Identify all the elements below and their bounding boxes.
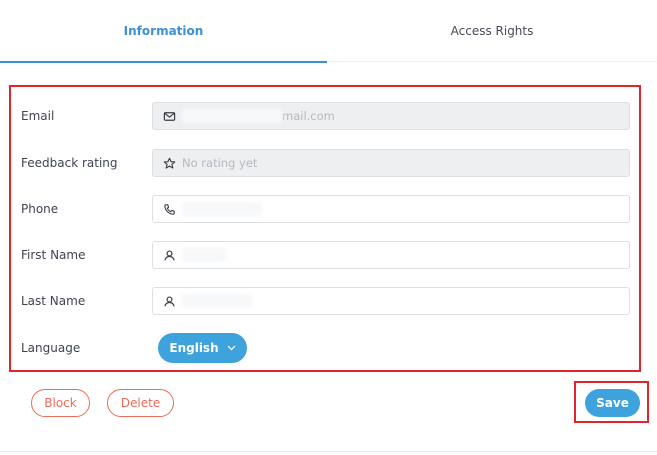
language-select[interactable]: English xyxy=(158,333,247,363)
phone-icon xyxy=(162,202,176,216)
feedback-value: No rating yet xyxy=(182,156,258,170)
user-icon xyxy=(162,294,176,308)
language-value: English xyxy=(169,341,219,355)
first-name-label: First Name xyxy=(21,248,86,262)
block-button[interactable]: Block xyxy=(31,389,90,417)
star-icon xyxy=(162,156,176,170)
feedback-field: No rating yet xyxy=(152,149,630,177)
tab-access-rights[interactable]: Access Rights xyxy=(327,0,657,62)
email-label: Email xyxy=(21,109,55,123)
first-name-field[interactable] xyxy=(152,241,630,269)
last-name-row: Last Name xyxy=(0,286,657,316)
feedback-row: Feedback rating No rating yet xyxy=(0,148,657,178)
feedback-label: Feedback rating xyxy=(21,156,118,170)
phone-label: Phone xyxy=(21,202,59,216)
language-row: Language English xyxy=(0,333,657,363)
tab-information[interactable]: Information xyxy=(0,0,327,63)
last-name-label: Last Name xyxy=(21,294,86,308)
user-icon xyxy=(162,248,176,262)
mail-icon xyxy=(162,109,176,123)
email-row: Email mail.com xyxy=(0,101,657,131)
email-value: mail.com xyxy=(282,109,335,123)
tab-access-rights-label: Access Rights xyxy=(450,24,534,38)
first-name-row: First Name xyxy=(0,240,657,270)
redacted-phone-value xyxy=(182,202,262,216)
tab-information-label: Information xyxy=(123,24,204,38)
chevron-down-icon xyxy=(227,345,236,351)
save-button[interactable]: Save xyxy=(585,389,640,417)
email-field: mail.com xyxy=(152,102,630,130)
phone-row: Phone xyxy=(0,194,657,224)
user-edit-card: Information Access Rights Email mail.com… xyxy=(0,0,657,455)
last-name-field[interactable] xyxy=(152,287,630,315)
redacted-email-prefix xyxy=(182,109,282,123)
redacted-first-name xyxy=(182,248,227,262)
delete-button[interactable]: Delete xyxy=(107,389,174,417)
card-bottom-divider xyxy=(0,451,657,452)
language-label: Language xyxy=(21,341,81,355)
active-tab-indicator xyxy=(0,61,327,63)
redacted-last-name xyxy=(182,294,252,308)
phone-field[interactable] xyxy=(152,195,630,223)
tab-bar: Information Access Rights xyxy=(0,0,657,63)
